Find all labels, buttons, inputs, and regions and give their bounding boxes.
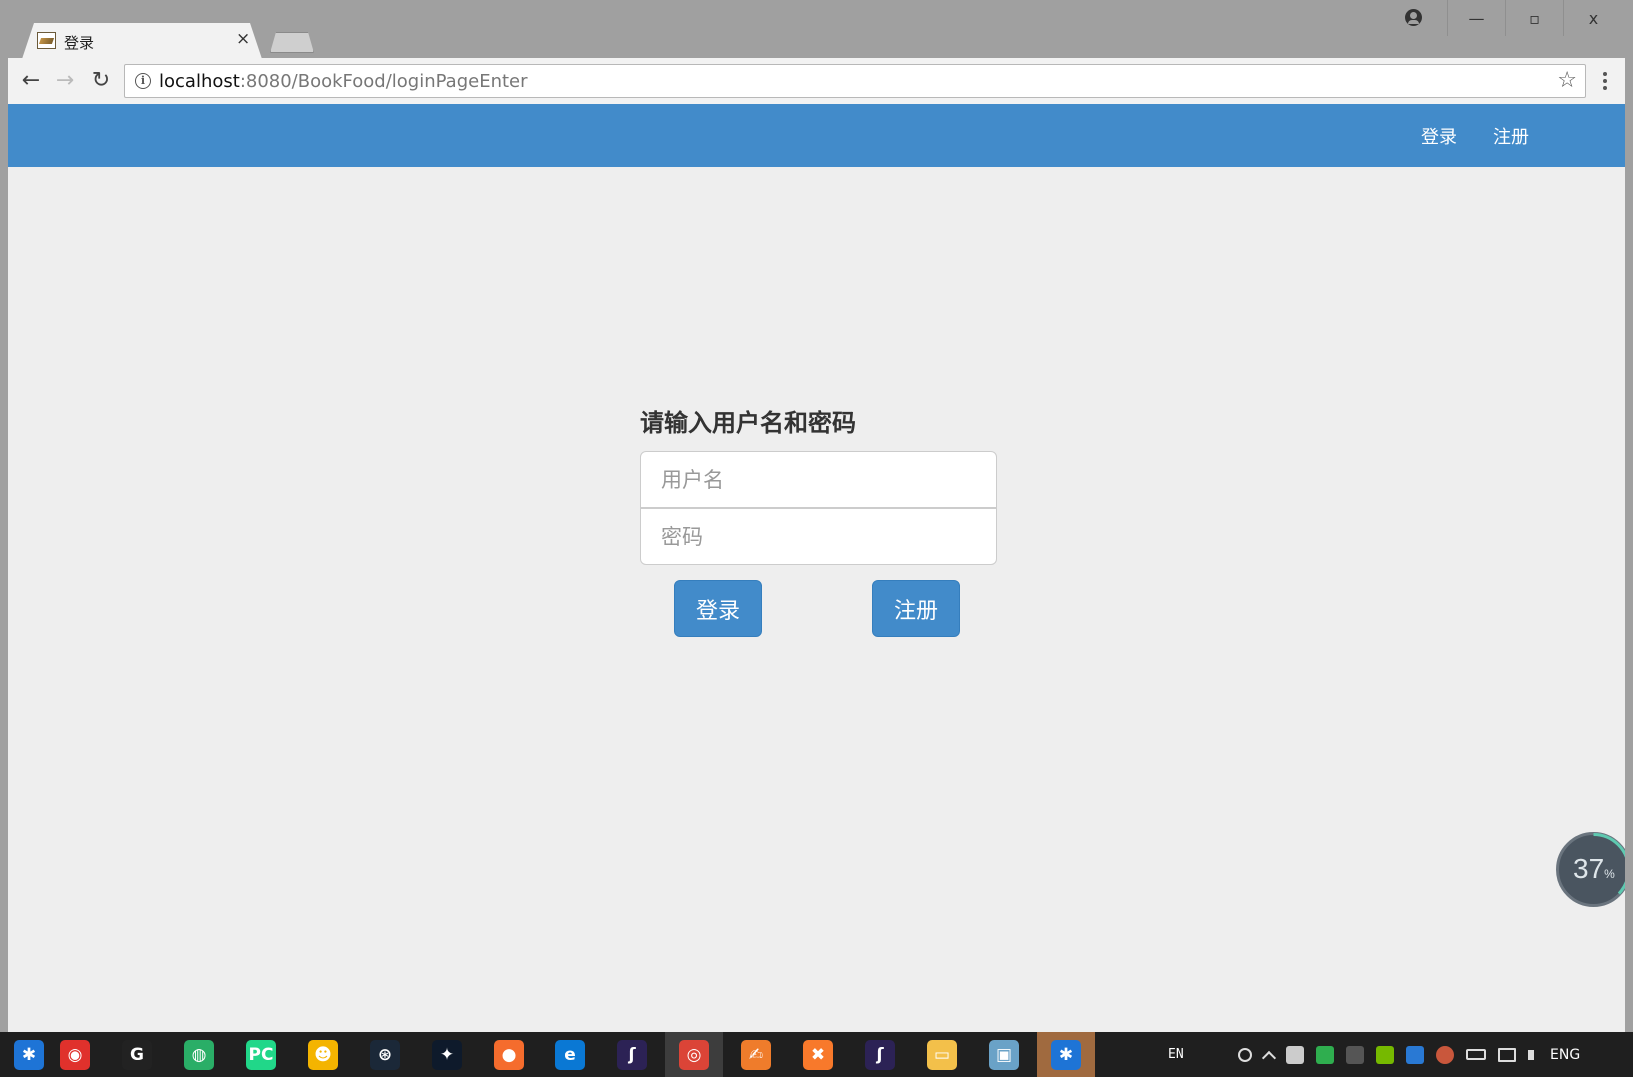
progress-value: 37% (1573, 853, 1615, 884)
nav-login-link[interactable]: 登录 (1421, 123, 1457, 149)
login-form: 请输入用户名和密码 (632, 407, 997, 565)
minimize-button[interactable]: — (1447, 0, 1505, 36)
taskbar-app[interactable]: PC (232, 1032, 290, 1077)
g-app-icon: G (122, 1039, 152, 1070)
url-host: localhost (159, 71, 240, 92)
reload-icon: ↻ (91, 67, 111, 93)
taskbar-app[interactable]: ◉ (46, 1032, 104, 1077)
taskbar-app[interactable]: e (541, 1032, 599, 1077)
taskbar-app[interactable]: ☻ (294, 1032, 352, 1077)
tab-close-icon[interactable]: × (236, 29, 250, 49)
top-navbar: 登录 注册 (8, 104, 1625, 167)
taskbar-app[interactable]: ◍ (170, 1032, 228, 1077)
monitor-icon[interactable] (1498, 1047, 1516, 1062)
login-button[interactable]: 登录 (674, 580, 762, 637)
taskbar-app[interactable]: ⊛ (356, 1032, 414, 1077)
tray-lang[interactable]: EN (1168, 1032, 1184, 1077)
username-input[interactable] (640, 451, 997, 508)
steam-icon: ⊛ (370, 1039, 400, 1070)
network-app-icon[interactable] (1286, 1045, 1304, 1064)
password-input[interactable] (640, 508, 997, 565)
browser-menu-icon[interactable] (1595, 68, 1615, 94)
file-explorer-icon: ▭ (927, 1039, 957, 1070)
tab-strip: 登录 × — ▫ x (0, 0, 1633, 59)
taskbar-app[interactable]: ● (480, 1032, 538, 1077)
volume-icon[interactable] (1528, 1049, 1534, 1060)
taskbar-app[interactable]: ✍ (727, 1032, 785, 1077)
taskbar-app[interactable]: ▭ (913, 1032, 971, 1077)
taskbar-app[interactable]: ✦ (418, 1032, 476, 1077)
eclipse-icon: ʃ (617, 1039, 647, 1070)
bluetooth-app-icon[interactable] (1346, 1045, 1364, 1064)
info-icon[interactable]: i (135, 73, 151, 89)
pycharm-icon: PC (246, 1039, 276, 1070)
app-tray-icon[interactable] (1436, 1045, 1454, 1064)
shield-icon[interactable] (1316, 1045, 1334, 1064)
progress-widget[interactable]: 37% (1556, 832, 1625, 907)
minimize-icon: — (1468, 8, 1485, 28)
browser-window: 登录 × — ▫ x ← → ↻ i localhost:8080/BookFo… (0, 0, 1633, 1032)
nav-register-link[interactable]: 注册 (1493, 123, 1529, 149)
bookmark-star-icon[interactable]: ☆ (1557, 68, 1577, 93)
people-icon[interactable] (1238, 1047, 1252, 1062)
page-viewport: 登录 注册 请输入用户名和密码 登录 注册 37% (8, 104, 1625, 1032)
taskbar-app[interactable]: ʃ (851, 1032, 909, 1077)
tab-login[interactable]: 登录 × (22, 23, 262, 59)
chrome-icon: ◎ (679, 1039, 709, 1070)
profile-icon[interactable] (1405, 9, 1422, 26)
taskbar-app[interactable]: G (108, 1032, 166, 1077)
close-icon: x (1588, 8, 1599, 28)
url-text[interactable]: localhost:8080/BookFood/loginPageEnter (159, 71, 528, 92)
edge-icon: e (555, 1039, 585, 1070)
sublime-icon: ✍ (741, 1039, 771, 1070)
battlenet-icon: ✦ (432, 1039, 462, 1070)
url-path: :8080/BookFood/loginPageEnter (239, 71, 528, 92)
origin-icon: ● (494, 1039, 524, 1070)
taskbar-app[interactable]: ʃ (603, 1032, 661, 1077)
nvidia-icon[interactable] (1376, 1045, 1394, 1064)
netease-music-icon: ◉ (60, 1039, 90, 1070)
xampp-icon: ✖ (803, 1039, 833, 1070)
back-button[interactable]: ← (16, 65, 46, 95)
taskbar-app[interactable]: ✱ (1037, 1032, 1095, 1077)
maximize-button[interactable]: ▫ (1505, 0, 1563, 36)
arrow-right-icon: → (55, 67, 75, 93)
window-app-icon: ▣ (989, 1039, 1019, 1070)
feishu2-icon: ✱ (1051, 1039, 1081, 1070)
battery-icon[interactable] (1466, 1049, 1486, 1060)
tab-title: 登录 (64, 34, 95, 52)
address-bar[interactable]: i localhost:8080/BookFood/loginPageEnter… (124, 64, 1586, 98)
page-favicon-icon (37, 32, 56, 49)
taskbar-app[interactable]: ✖ (789, 1032, 847, 1077)
register-button[interactable]: 注册 (872, 580, 960, 637)
new-tab-button[interactable] (270, 32, 314, 53)
eclipse2-icon: ʃ (865, 1039, 895, 1070)
login-heading: 请输入用户名和密码 (640, 409, 856, 437)
maximize-icon: ▫ (1529, 8, 1540, 28)
arrow-left-icon: ← (21, 67, 41, 93)
tray-lang-label: EN (1168, 1047, 1184, 1062)
system-tray: ENG (1232, 1032, 1580, 1077)
forward-button[interactable]: → (50, 65, 80, 95)
qq-icon: ☻ (308, 1039, 338, 1070)
browser-toolbar: ← → ↻ i localhost:8080/BookFood/loginPag… (8, 58, 1625, 104)
input-method-label[interactable]: ENG (1550, 1047, 1580, 1063)
security-icon[interactable] (1406, 1045, 1424, 1064)
feishu-icon: ✱ (14, 1039, 44, 1070)
chevron-up-icon[interactable] (1261, 1050, 1277, 1065)
taskbar-app[interactable]: ◎ (665, 1032, 723, 1077)
reload-button[interactable]: ↻ (86, 65, 116, 95)
taskbar-app[interactable]: ▣ (975, 1032, 1033, 1077)
taskbar: ✱ ◉ G ◍ PC ☻ ⊛ ✦ ● e ʃ ◎ ✍ ✖ ʃ ▭ ▣ ✱ EN ENG (0, 1032, 1633, 1077)
close-window-button[interactable]: x (1563, 0, 1623, 36)
wechat-icon: ◍ (184, 1039, 214, 1070)
